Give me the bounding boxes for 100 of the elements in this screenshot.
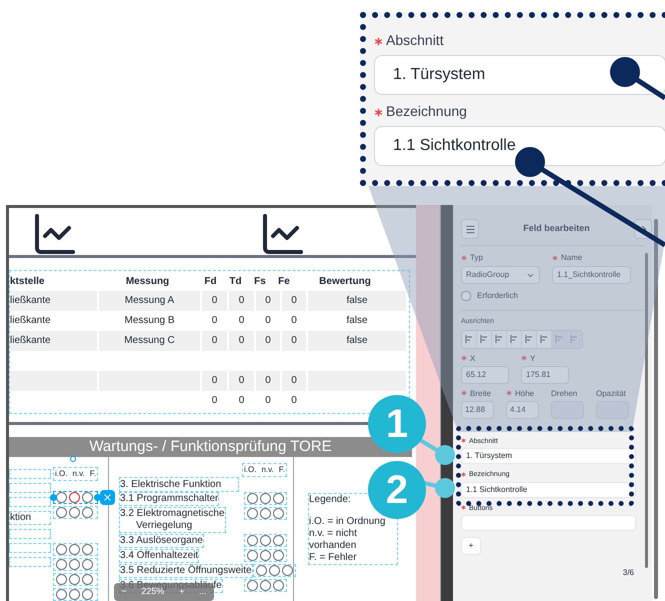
text-field[interactable] xyxy=(461,515,636,531)
text-field[interactable] xyxy=(9,557,51,567)
table-cell: Messung A xyxy=(99,291,200,311)
radio-button[interactable] xyxy=(260,580,271,591)
field-label: Name xyxy=(552,252,631,264)
text-field[interactable] xyxy=(9,483,51,493)
radio-button[interactable] xyxy=(82,559,93,570)
type-select[interactable]: RadioGroup xyxy=(461,266,540,284)
panel-title: Feld bearbeiten xyxy=(523,222,590,236)
number-field[interactable]: 4.14 xyxy=(506,400,539,418)
radio-button[interactable] xyxy=(69,544,80,555)
add-button[interactable]: + xyxy=(461,537,481,555)
text-field[interactable] xyxy=(9,469,51,479)
column-header: Td xyxy=(228,274,243,288)
table-cell: 0 xyxy=(202,291,227,311)
column-label: i.O. xyxy=(244,464,256,476)
checklist-item: 3.4 Offenhaltezeit xyxy=(119,549,200,563)
column-header: Fs xyxy=(253,274,267,288)
radio-button[interactable] xyxy=(69,589,80,600)
rotate-handle[interactable] xyxy=(70,456,76,462)
radio-button[interactable] xyxy=(69,559,80,570)
radio-button[interactable] xyxy=(260,550,271,561)
menu-icon xyxy=(464,224,476,234)
table-cell: Messung C xyxy=(99,331,200,351)
radio-button[interactable] xyxy=(260,493,271,504)
column-label: F. xyxy=(90,468,96,480)
table-cell-text: 0 xyxy=(210,314,218,328)
table-cell: 0 xyxy=(256,291,280,311)
delete-button[interactable] xyxy=(100,490,115,505)
radio-button[interactable] xyxy=(56,574,67,585)
radio-button[interactable] xyxy=(247,550,258,561)
radio-button[interactable] xyxy=(273,535,284,546)
radio-button[interactable] xyxy=(82,589,93,600)
align-icon xyxy=(570,335,578,343)
radio-button[interactable] xyxy=(56,544,67,555)
radio-button[interactable] xyxy=(260,508,271,519)
table-cell: 0 xyxy=(282,291,306,311)
resize-handle[interactable] xyxy=(50,494,57,501)
radio-button[interactable] xyxy=(247,508,258,519)
table-cell: 0 xyxy=(256,371,280,391)
radio-button[interactable] xyxy=(56,559,67,570)
radio-button[interactable] xyxy=(82,507,93,518)
radio-button[interactable] xyxy=(69,507,80,518)
name-field[interactable]: 1.1_Sichtkontrolle xyxy=(552,266,631,284)
table-cell: ließkante xyxy=(10,291,97,311)
text-field[interactable]: 1.1 Sichtkontrolle xyxy=(374,126,665,166)
field-label: Drehen xyxy=(551,388,578,400)
radio-button[interactable] xyxy=(268,565,280,576)
radio-button[interactable] xyxy=(247,580,258,591)
align-icon xyxy=(465,335,473,343)
table-cell: 0 xyxy=(229,371,254,391)
table-cell: 0 xyxy=(282,331,306,351)
field-label: Breite xyxy=(461,388,494,400)
radio-button[interactable] xyxy=(260,535,271,546)
radio-button[interactable] xyxy=(247,535,258,546)
text-field[interactable] xyxy=(9,497,51,507)
text-field[interactable]: 1. Türsystem xyxy=(374,55,665,95)
text-field[interactable]: ktion xyxy=(9,511,51,525)
text-field[interactable] xyxy=(9,543,51,553)
radio-button[interactable] xyxy=(82,492,93,503)
column-header: Messung xyxy=(124,274,170,288)
close-icon xyxy=(102,492,113,503)
checklist-item: 3.5 Reduzierte Öffnungsweite xyxy=(119,564,253,578)
radio-button[interactable] xyxy=(273,550,284,561)
radio-button[interactable] xyxy=(69,492,80,503)
section-heading: 3. Elektrische Funktion xyxy=(119,477,239,492)
radio-button[interactable] xyxy=(56,589,67,600)
table-cell-text: 0 xyxy=(238,314,246,328)
text-field[interactable] xyxy=(9,529,51,539)
align-icon xyxy=(495,335,503,343)
table-cell-text: false xyxy=(345,314,369,328)
align-icon xyxy=(480,335,488,343)
text-field[interactable]: 1. Türsystem xyxy=(461,448,636,464)
number-field[interactable]: 65.12 xyxy=(461,366,509,384)
table-cell-text: Messung B xyxy=(123,314,176,328)
table-cell: 0 xyxy=(202,331,227,351)
radio-button[interactable] xyxy=(273,508,284,519)
align-icon xyxy=(525,335,533,343)
radio-button[interactable] xyxy=(273,580,284,591)
radio-button[interactable] xyxy=(273,493,284,504)
table-cell-text: ließkante xyxy=(10,314,52,328)
number-field[interactable]: 12.88 xyxy=(461,400,494,418)
radio-button[interactable] xyxy=(247,493,258,504)
number-field[interactable]: 175.81 xyxy=(521,366,569,384)
radio-button[interactable] xyxy=(69,574,80,585)
text-field[interactable]: 1.1 Sichtkontrolle xyxy=(461,482,636,498)
menu-button[interactable] xyxy=(461,219,479,239)
checklist-item: 3.1 Programmschalter xyxy=(119,492,220,506)
radio-button[interactable] xyxy=(56,507,67,518)
radio-button[interactable] xyxy=(82,544,93,555)
column-label: F. xyxy=(278,464,285,476)
table-cell-text: 0 xyxy=(290,394,298,408)
align-icon xyxy=(540,335,548,343)
radio-button[interactable] xyxy=(282,565,293,576)
form-title: Wartungs- / Funktionsprüfung TORE xyxy=(89,436,332,457)
checkbox[interactable] xyxy=(461,291,471,301)
radio-button[interactable] xyxy=(82,574,93,585)
field-label: Bezeichnung xyxy=(374,101,665,122)
align-icon xyxy=(555,335,563,343)
radio-button[interactable] xyxy=(256,565,267,576)
